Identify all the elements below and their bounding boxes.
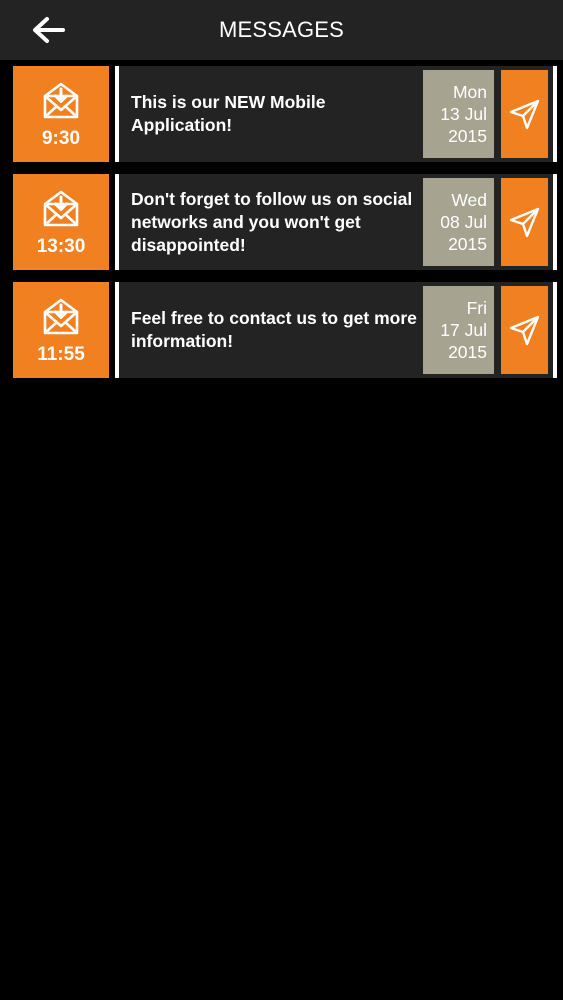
date-weekday: Mon [452,82,487,102]
back-arrow-icon [33,17,65,43]
date-year: 2015 [448,342,487,362]
divider [553,174,557,270]
divider [553,282,557,378]
envelope-download-icon [43,82,79,119]
date-day-month: 17 Jul [440,320,487,340]
send-button[interactable] [501,178,548,266]
message-item[interactable]: 9:30 This is our NEW Mobile Application!… [0,66,563,162]
message-date: Wed 08 Jul 2015 [423,178,494,266]
message-text-label: Don't forget to follow us on social netw… [131,188,413,255]
message-time-box: 13:30 [13,174,109,270]
message-text-label: Feel free to contact us to get more info… [131,308,417,351]
message-text-label: This is our NEW Mobile Application! [131,92,326,135]
message-time: 11:55 [37,344,85,365]
message-list: 9:30 This is our NEW Mobile Application!… [0,66,563,390]
send-button[interactable] [501,286,548,374]
message-text: This is our NEW Mobile Application! [131,66,421,162]
message-date: Mon 13 Jul 2015 [423,70,494,158]
send-icon [509,315,540,346]
send-icon [509,99,540,130]
back-button[interactable] [30,14,66,46]
envelope-download-icon [43,190,79,227]
date-year: 2015 [448,234,487,254]
message-content: This is our NEW Mobile Application! Mon … [119,66,553,162]
envelope-download-icon [43,298,79,335]
date-day-month: 13 Jul [440,104,487,124]
date-day-month: 08 Jul [440,212,487,232]
message-text: Don't forget to follow us on social netw… [131,174,421,270]
message-text: Feel free to contact us to get more info… [131,282,421,378]
send-button[interactable] [501,70,548,158]
message-content: Feel free to contact us to get more info… [119,282,553,378]
message-item[interactable]: 13:30 Don't forget to follow us on socia… [0,174,563,270]
send-icon [509,207,540,238]
top-bar: MESSAGES [0,0,563,60]
divider [553,66,557,162]
message-content: Don't forget to follow us on social netw… [119,174,553,270]
message-date: Fri 17 Jul 2015 [423,286,494,374]
date-weekday: Fri [466,298,487,318]
message-time-box: 9:30 [13,66,109,162]
date-year: 2015 [448,126,487,146]
message-item[interactable]: 11:55 Feel free to contact us to get mor… [0,282,563,378]
message-time: 13:30 [36,236,86,257]
page-title: MESSAGES [218,17,345,42]
message-time: 9:30 [41,128,81,149]
message-time-box: 11:55 [13,282,109,378]
messages-screen: MESSAGES 9:30 This is our NEW Mobile App… [0,0,563,1000]
date-weekday: Wed [451,190,487,210]
